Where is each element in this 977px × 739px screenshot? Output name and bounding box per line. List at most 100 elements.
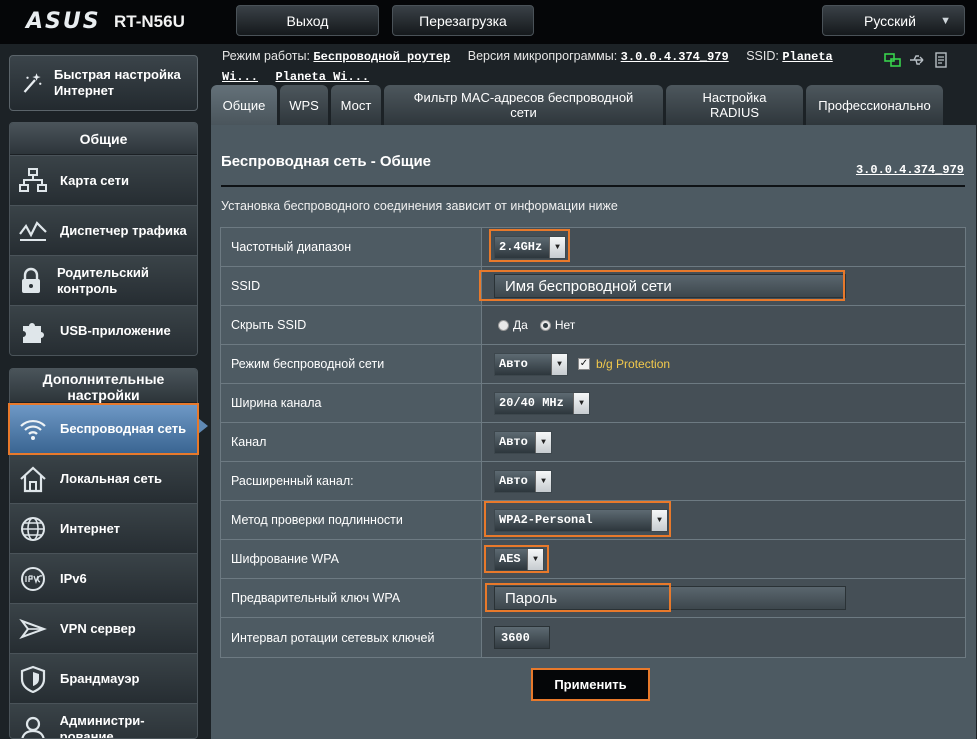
page-title: Беспроводная сеть - Общие bbox=[221, 153, 432, 170]
wireless-mode-select[interactable]: Авто ▼ bbox=[494, 352, 568, 376]
table-row: Интервал ротации сетевых ключей 3600 bbox=[221, 618, 965, 657]
sidebar-item-label: Диспетчер трафика bbox=[60, 222, 187, 238]
table-row: Метод проверки подлинности WPA2-Personal… bbox=[221, 501, 965, 540]
wireless-icon bbox=[20, 419, 46, 440]
wpa-encryption-select[interactable]: AES ▼ bbox=[494, 547, 544, 571]
chevron-down-icon: ▼ bbox=[535, 470, 551, 492]
tab-bridge[interactable]: Мост bbox=[331, 85, 381, 125]
sidebar-item-administration[interactable]: Администри-рование bbox=[10, 703, 197, 739]
hide-ssid-label: Скрыть SSID bbox=[221, 306, 482, 344]
sidebar-item-parental-control[interactable]: Родительский контроль bbox=[10, 255, 197, 305]
band-select[interactable]: 2.4GHz ▼ bbox=[494, 235, 566, 259]
channel-width-label: Ширина канала bbox=[221, 384, 482, 422]
sidebar-item-label: Беспроводная сеть bbox=[60, 420, 187, 436]
fw-version-link-content[interactable]: 3.0.0.4.374_979 bbox=[856, 163, 964, 177]
sidebar-item-ipv6[interactable]: IPv6 bbox=[10, 553, 197, 603]
lan-icon bbox=[20, 466, 46, 492]
page-description: Установка беспроводного соединения завис… bbox=[221, 199, 618, 213]
wireless-mode-label: Режим беспроводной сети bbox=[221, 345, 482, 383]
table-row: Скрыть SSID Да Нет bbox=[221, 306, 965, 345]
parental-control-icon bbox=[22, 267, 41, 293]
sidebar-item-label: VPN сервер bbox=[60, 620, 136, 636]
channel-width-value: 20/40 MHz bbox=[495, 392, 573, 414]
auth-method-select[interactable]: WPA2-Personal ▼ bbox=[494, 508, 668, 532]
ssid-link-2[interactable]: Planeta Wi... bbox=[276, 70, 370, 84]
logout-button[interactable]: Выход bbox=[236, 5, 379, 36]
printer-status-icon[interactable] bbox=[932, 52, 950, 68]
magic-wand-icon bbox=[23, 73, 42, 93]
table-row: Частотный диапазон 2.4GHz ▼ bbox=[221, 228, 965, 267]
sidebar-item-firewall[interactable]: Брандмауэр bbox=[10, 653, 197, 703]
bg-protection-checkbox[interactable]: ✓ bbox=[578, 358, 590, 370]
fw-version-link[interactable]: 3.0.0.4.374_979 bbox=[621, 50, 729, 64]
sidebar-item-wireless[interactable]: Беспроводная сеть bbox=[10, 403, 197, 453]
ssid-input[interactable]: Имя беспроводной сети bbox=[494, 274, 846, 298]
quick-setup-label: Быстрая настройка Интернет bbox=[54, 67, 181, 98]
sidebar-item-label: USB-приложение bbox=[60, 322, 171, 338]
table-row: Канал Авто ▼ bbox=[221, 423, 965, 462]
title-divider bbox=[221, 185, 965, 187]
hide-ssid-no-radio[interactable]: Нет bbox=[539, 318, 575, 332]
channel-label: Канал bbox=[221, 423, 482, 461]
sidebar-item-label: Брандмауэр bbox=[60, 670, 140, 686]
ipv6-icon bbox=[21, 566, 45, 591]
tab-radius[interactable]: Настройка RADIUS bbox=[666, 85, 803, 125]
key-rotation-label: Интервал ротации сетевых ключей bbox=[221, 618, 482, 657]
sidebar-item-vpn[interactable]: VPN сервер bbox=[10, 603, 197, 653]
tab-general[interactable]: Общие bbox=[211, 85, 277, 125]
ext-channel-select[interactable]: Авто ▼ bbox=[494, 469, 552, 493]
quick-setup-button[interactable]: Быстрая настройка Интернет bbox=[9, 55, 198, 111]
active-pointer bbox=[198, 418, 208, 434]
table-row: Режим беспроводной сети Авто ▼ ✓ b/g Pro… bbox=[221, 345, 965, 384]
sidebar-item-lan[interactable]: Локальная сеть bbox=[10, 453, 197, 503]
advanced-header: Дополнительные настройки bbox=[10, 369, 197, 403]
wireless-mode-value: Авто bbox=[495, 353, 551, 375]
general-header: Общие bbox=[10, 123, 197, 155]
advanced-panel: Дополнительные настройки Беспроводная се… bbox=[9, 368, 198, 739]
tab-wps[interactable]: WPS bbox=[280, 85, 328, 125]
chevron-down-icon: ▼ bbox=[551, 353, 567, 375]
sidebar-item-label: Интернет bbox=[60, 520, 121, 536]
internet-globe-icon bbox=[21, 516, 45, 541]
router-model: RT-N56U bbox=[114, 12, 185, 31]
network-status-icon[interactable] bbox=[884, 52, 902, 68]
sidebar-item-internet[interactable]: Интернет bbox=[10, 503, 197, 553]
tab-mac-filter[interactable]: Фильтр MAC-адресов беспроводной сети bbox=[384, 85, 663, 125]
radio-icon bbox=[498, 319, 509, 331]
status-line: Режим работы: Беспроводной роутер Версия… bbox=[222, 47, 882, 87]
channel-width-select[interactable]: 20/40 MHz ▼ bbox=[494, 391, 590, 415]
firewall-icon bbox=[20, 665, 46, 693]
ext-channel-value: Авто bbox=[495, 470, 535, 492]
wpa-key-input[interactable]: Пароль bbox=[494, 586, 846, 610]
sidebar-item-traffic-manager[interactable]: Диспетчер трафика bbox=[10, 205, 197, 255]
hide-ssid-yes-radio[interactable]: Да bbox=[498, 318, 528, 332]
language-label: Русский bbox=[864, 12, 916, 29]
usb-app-icon bbox=[23, 322, 44, 343]
asus-logo: ASUS bbox=[26, 9, 101, 34]
ssid-label: SSID bbox=[221, 267, 482, 305]
table-row: Ширина канала 20/40 MHz ▼ bbox=[221, 384, 965, 423]
main-content: Беспроводная сеть - Общие 3.0.0.4.374_97… bbox=[211, 125, 976, 739]
apply-button[interactable]: Применить bbox=[531, 668, 650, 701]
top-bar: ASUS RT-N56U Выход Перезагрузка Русский … bbox=[0, 0, 977, 44]
sidebar-item-label: Карта сети bbox=[60, 172, 129, 188]
sidebar-item-label: Родительский контроль bbox=[56, 264, 149, 296]
mode-label: Режим работы: bbox=[222, 49, 310, 63]
reboot-button[interactable]: Перезагрузка bbox=[392, 5, 534, 36]
chevron-down-icon: ▼ bbox=[651, 509, 667, 531]
ssid-label: SSID: bbox=[746, 49, 779, 63]
language-select[interactable]: Русский ▼ bbox=[822, 5, 965, 36]
sidebar-item-label: Администри-рование bbox=[59, 712, 145, 739]
mode-link[interactable]: Беспроводной роутер bbox=[313, 50, 450, 64]
key-rotation-input[interactable]: 3600 bbox=[494, 626, 550, 649]
sidebar-item-label: IPv6 bbox=[60, 570, 87, 586]
sidebar-item-network-map[interactable]: Карта сети bbox=[10, 155, 197, 205]
radio-selected-icon bbox=[539, 319, 551, 331]
sidebar-item-usb-app[interactable]: USB-приложение bbox=[10, 305, 197, 355]
chevron-down-icon: ▼ bbox=[940, 15, 951, 27]
channel-select[interactable]: Авто ▼ bbox=[494, 430, 552, 454]
usb-status-icon[interactable] bbox=[908, 52, 926, 68]
admin-icon bbox=[21, 716, 45, 738]
tab-professional[interactable]: Профессионально bbox=[806, 85, 943, 125]
band-label: Частотный диапазон bbox=[221, 228, 482, 266]
